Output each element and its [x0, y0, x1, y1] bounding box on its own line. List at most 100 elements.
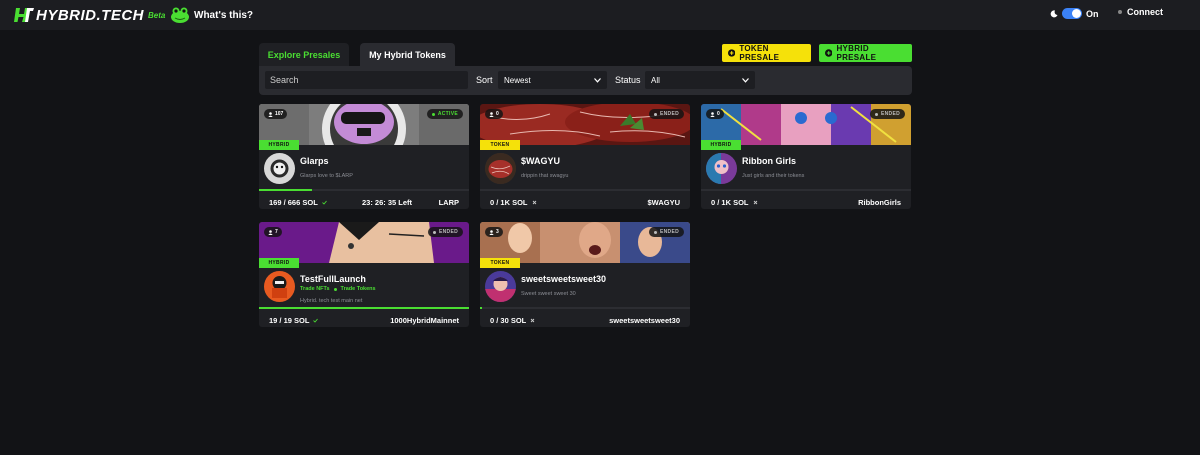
check-icon — [313, 318, 319, 323]
masked-character-avatar — [264, 271, 295, 302]
presale-card-wagyu[interactable]: 0 ENDED TOKEN $WAGYU drippin that swagyu… — [480, 104, 690, 209]
cat-helmet-avatar — [264, 153, 295, 184]
user-icon — [268, 111, 273, 117]
status-text: ENDED — [438, 229, 458, 235]
tab-explore-presales[interactable]: Explore Presales — [259, 43, 349, 66]
moon-icon — [1050, 9, 1058, 17]
participant-count-badge: 0 — [485, 109, 503, 119]
hybrid-presale-label: HYBRID PRESALE — [836, 44, 877, 62]
ticker-symbol: $WAGYU — [647, 198, 680, 207]
sort-select[interactable]: Newest — [498, 71, 607, 89]
progress-fill — [480, 307, 483, 309]
type-tag: HYBRID — [259, 258, 299, 268]
card-description: Glarps love to $LARP — [300, 173, 353, 179]
card-title: sweetsweetsweet30 — [521, 274, 607, 284]
status-dot-icon — [653, 112, 657, 116]
trade-nfts-link[interactable]: Trade NFTs — [300, 286, 330, 292]
ribbon-girl-avatar — [706, 153, 737, 184]
raise-amount: 0 / 30 SOL — [490, 316, 535, 325]
participant-count-badge: 0 — [706, 109, 724, 119]
chevron-down-icon — [742, 77, 749, 83]
connect-button[interactable]: Connect — [1118, 7, 1163, 17]
status-badge: ENDED — [648, 109, 684, 119]
whats-this-label: What's this? — [194, 9, 254, 21]
dark-mode-toggle[interactable] — [1062, 8, 1082, 19]
status-select[interactable]: All — [645, 71, 755, 89]
avatar — [264, 271, 295, 302]
card-description: Hybrid. tech test main net — [300, 298, 363, 304]
card-banner: 3 ENDED — [480, 222, 690, 263]
participant-count: 3 — [496, 229, 499, 235]
status-badge: ENDED — [869, 109, 905, 119]
status-badge: ACTIVE — [426, 109, 463, 119]
presale-card-glarps[interactable]: 107 ACTIVE HYBRID Glarps Glarps love to … — [259, 104, 469, 209]
status-dot-icon — [874, 112, 878, 116]
top-bar: HYBRID.TECH Beta What's this? On Connect — [0, 0, 1200, 30]
card-description: drippin that swagyu — [521, 173, 569, 179]
hybrid-logo-icon — [14, 8, 34, 22]
trade-tokens-link[interactable]: Trade Tokens — [341, 286, 376, 292]
whats-this-link[interactable]: What's this? — [170, 6, 253, 24]
participant-count: 0 — [496, 111, 499, 117]
status-text: ENDED — [880, 111, 900, 117]
raise-text: 0 / 1K SOL — [490, 198, 528, 207]
filter-bar: Sort Newest Status All — [259, 66, 912, 95]
type-tag: HYBRID — [701, 140, 741, 150]
participant-count-badge: 107 — [264, 109, 288, 119]
plus-circle-icon — [728, 49, 736, 57]
raise-amount: 169 / 666 SOL — [269, 198, 327, 207]
participant-count-badge: 7 — [264, 227, 282, 237]
avatar — [485, 153, 516, 184]
status-value: All — [651, 75, 660, 85]
progress-bar — [480, 307, 690, 309]
presale-card-ribbon-girls[interactable]: 0 ENDED HYBRID Ribbon Girls Just girls a… — [701, 104, 911, 209]
presale-card-testfulllaunch[interactable]: 7 ENDED HYBRID TestFullLaunch Trade NFTs… — [259, 222, 469, 327]
avatar — [485, 271, 516, 302]
logo[interactable]: HYBRID.TECH Beta — [14, 5, 165, 25]
hybrid-presale-button[interactable]: HYBRID PRESALE — [819, 44, 912, 62]
token-presale-button[interactable]: TOKEN PRESALE — [722, 44, 811, 62]
status-dot-icon — [431, 112, 435, 116]
beta-label: Beta — [148, 10, 166, 20]
type-tag: TOKEN — [480, 140, 520, 150]
progress-fill — [259, 189, 312, 191]
status-text: ACTIVE — [437, 111, 458, 117]
card-title: TestFullLaunch — [300, 274, 366, 284]
plus-circle-icon — [825, 49, 833, 57]
progress-bar — [259, 307, 469, 309]
progress-bar — [480, 189, 690, 191]
raise-text: 169 / 666 SOL — [269, 198, 318, 207]
sort-label: Sort — [476, 75, 493, 85]
sort-value: Newest — [504, 75, 531, 85]
tab-my-hybrid-tokens[interactable]: My Hybrid Tokens — [360, 43, 455, 66]
avatar — [706, 153, 737, 184]
check-icon — [321, 200, 327, 205]
participant-count: 7 — [275, 229, 278, 235]
search-input[interactable] — [265, 71, 468, 89]
card-description: Sweet sweet sweet 30 — [521, 291, 576, 297]
theme-switch: On — [1050, 8, 1099, 19]
card-title: Ribbon Girls — [742, 156, 796, 166]
card-description: Just girls and their tokens — [742, 173, 805, 179]
avatar — [264, 153, 295, 184]
connect-status-dot — [1118, 10, 1122, 14]
ticker-symbol: sweetsweetsweet30 — [609, 316, 680, 325]
card-title: Glarps — [300, 156, 329, 166]
token-presale-label: TOKEN PRESALE — [739, 44, 780, 62]
card-banner: 107 ACTIVE — [259, 104, 469, 145]
x-icon — [530, 318, 535, 323]
user-icon — [268, 229, 273, 235]
card-banner: 0 ENDED — [701, 104, 911, 145]
progress-fill — [259, 307, 469, 309]
status-badge: ENDED — [427, 227, 463, 237]
ticker-symbol: RibbonGirls — [858, 198, 901, 207]
type-tag: HYBRID — [259, 140, 299, 150]
user-icon — [489, 111, 494, 117]
ticker-symbol: 1000HybridMainnet — [390, 316, 459, 325]
connect-label: Connect — [1127, 7, 1163, 17]
presale-card-sweetsweetsweet30[interactable]: 3 ENDED TOKEN sweetsweetsweet30 Sweet sw… — [480, 222, 690, 327]
x-icon — [532, 200, 536, 205]
ticker-symbol: LARP — [438, 198, 459, 207]
time-left: 23: 26: 35 Left — [362, 198, 413, 207]
card-title: $WAGYU — [521, 156, 561, 166]
